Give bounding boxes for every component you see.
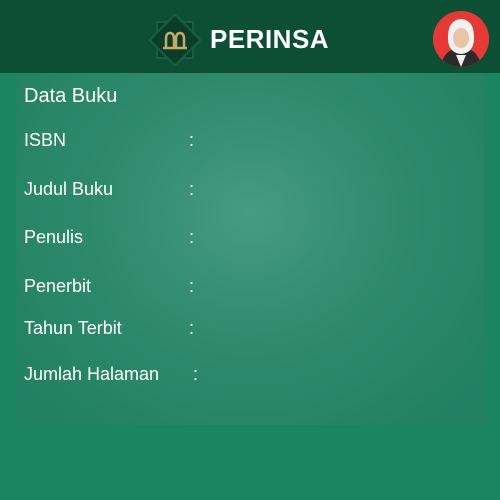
user-avatar-icon[interactable] [433, 11, 489, 67]
field-separator: : [189, 318, 195, 338]
field-label-tahun-terbit: Tahun Terbit [24, 318, 122, 338]
field-separator: : [189, 130, 195, 150]
field-label-penulis: Penulis [24, 227, 84, 247]
field-separator: : [189, 227, 195, 247]
field-label-penerbit: Penerbit [24, 276, 92, 296]
perinsa-logo-icon [148, 13, 202, 67]
field-separator: : [189, 179, 195, 199]
field-label-isbn: ISBN [24, 130, 67, 150]
field-label-jumlah-halaman: Jumlah Halaman [24, 364, 160, 384]
app-title: PERINSA [210, 24, 330, 54]
field-separator: : [193, 364, 199, 384]
section-title: Data Buku [24, 85, 118, 107]
field-separator: : [189, 276, 195, 296]
field-label-judul-buku: Judul Buku [24, 179, 114, 199]
app-header: PERINSA [0, 0, 500, 73]
